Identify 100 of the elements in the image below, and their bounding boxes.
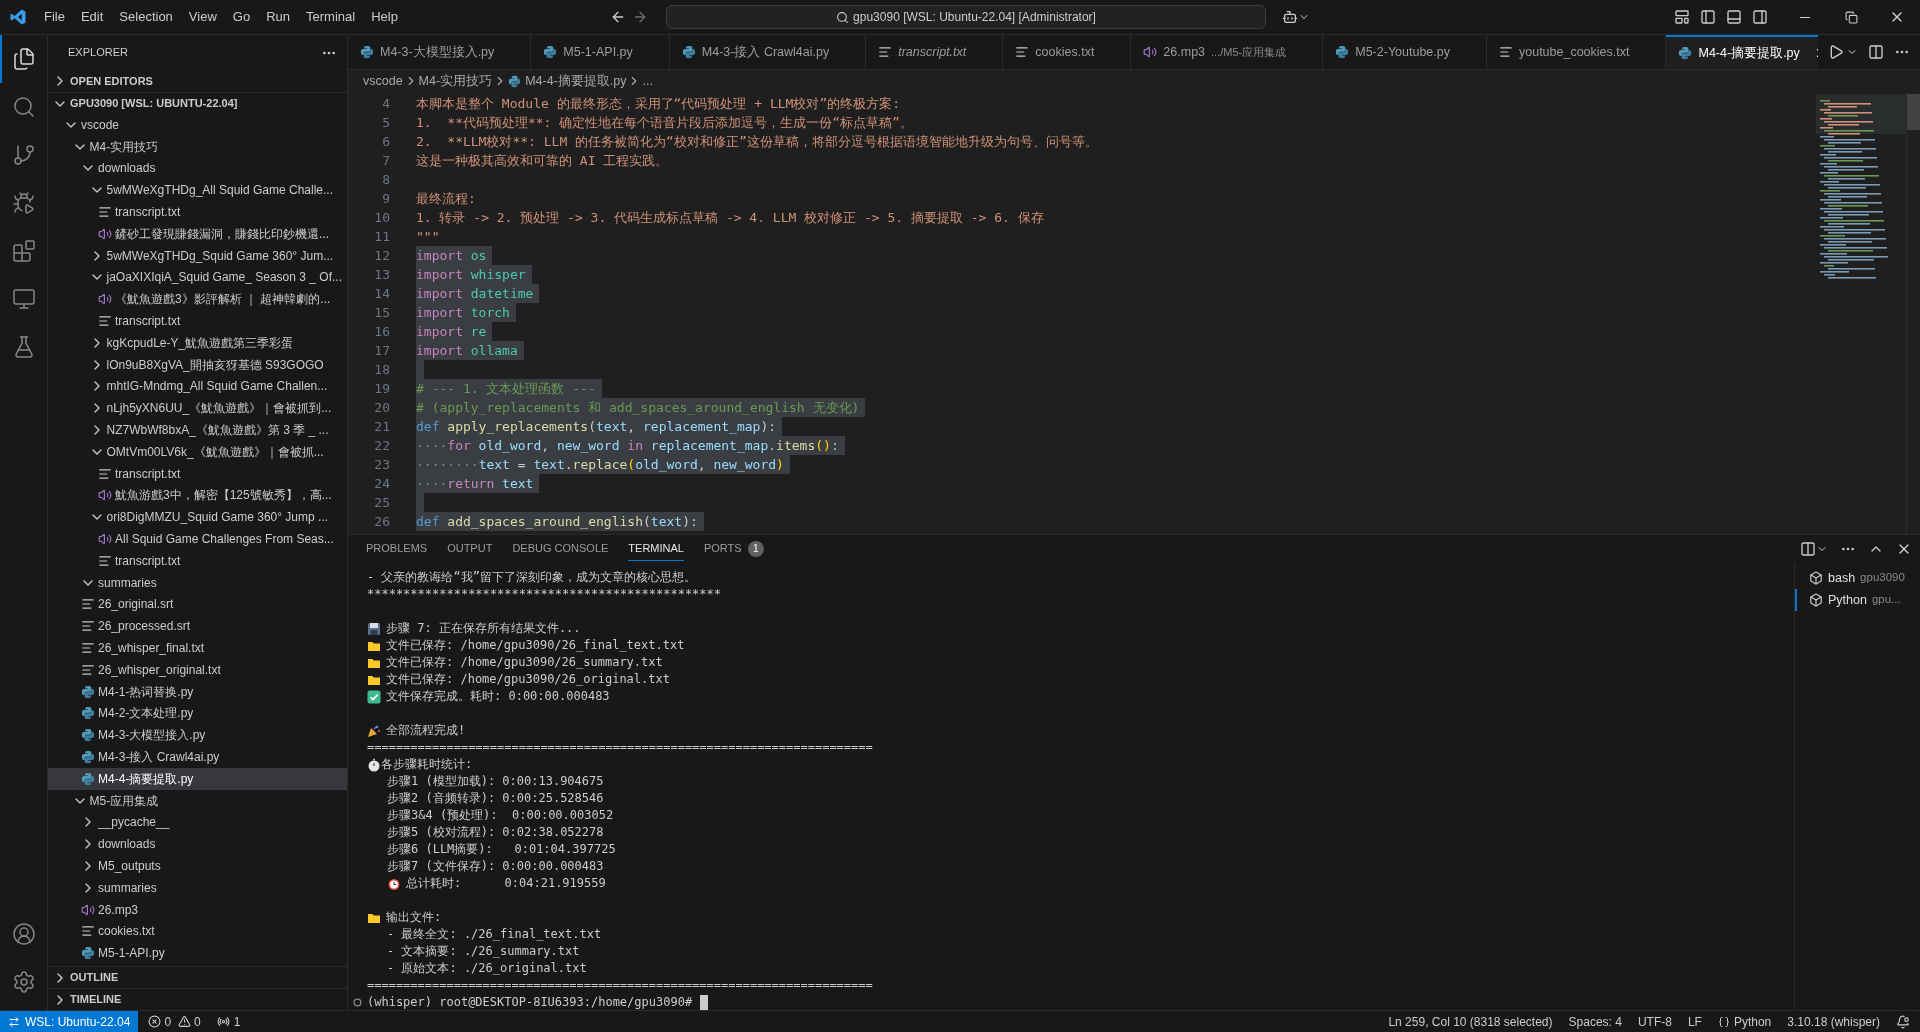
menu-item[interactable]: Help [363,4,406,30]
panel-bottom-icon[interactable] [1726,9,1742,25]
tree-item[interactable]: downloads [48,833,347,856]
editor-tab[interactable]: M4-3-大模型接入.py [348,35,532,69]
tree-item[interactable]: 26_whisper_original.txt [48,658,347,681]
tree-item[interactable]: 26.mp3 [48,898,347,921]
tree-item[interactable]: cookies.txt [48,920,347,943]
user-icon[interactable] [11,922,36,946]
speaker-icon [81,902,95,917]
tree-item[interactable]: M5-应用集成 [48,789,347,812]
menu-item[interactable]: Selection [111,4,181,30]
tree-item[interactable]: OMtVm00LV6k_《魷魚遊戲》｜會被抓... [48,440,347,463]
interpreter-status[interactable]: 3.10.18 (whisper) [1787,1012,1880,1031]
breadcrumb-item[interactable]: vscode [363,71,403,91]
section-header[interactable]: OPEN EDITORS [48,70,347,92]
editor-tab[interactable]: cookies.txt [1003,35,1132,69]
monitor-icon[interactable] [11,287,36,311]
tree-item[interactable]: All Squid Game Challenges From Seas... [48,528,347,550]
tree-item[interactable]: M4-2-文本处理.py [48,702,347,725]
editor-tab[interactable]: M4-4-摘要提取.py [1666,35,1818,69]
layout-icon[interactable] [1674,9,1690,25]
language-status[interactable]: Python [1717,1012,1772,1031]
command-center[interactable]: gpu3090 [WSL: Ubuntu-22.04] [Administrator] [666,5,1266,29]
panel-tab[interactable]: OUTPUT [447,537,493,561]
menu-item[interactable]: Go [224,4,259,30]
terminal-session[interactable]: bash gpu3090 [1795,567,1920,589]
editor-tab[interactable]: M5-1-API.py [531,35,670,69]
editor-tab[interactable]: M4-3-接入 Crawl4ai.py [669,35,867,69]
tree-item[interactable]: transcript.txt [48,201,347,223]
editor-tab[interactable]: M5-2-Youtube.py [1323,35,1487,69]
tree-item[interactable]: 鏟砂工發現賺錢漏洞，賺錢比印鈔機還... [48,223,347,245]
tree-item[interactable]: 5wMWeXgTHDg_All Squid Game Challe... [48,179,347,202]
panel-left-icon[interactable] [1700,9,1716,25]
tree-item[interactable]: M5-1-API.py [48,942,347,965]
menu-item[interactable]: File [36,4,73,30]
tree-item[interactable]: 魷魚游戲3中，解密【125號敏秀】，高... [48,484,347,507]
tree-item[interactable]: mhtIG-Mndmg_All Squid Game Challen... [48,375,347,398]
tree-item[interactable]: downloads [48,157,347,180]
panel-tab[interactable]: DEBUG CONSOLE [512,537,609,561]
copilot-button[interactable] [1282,9,1310,25]
tree-item[interactable]: transcript.txt [48,462,347,485]
tree-item[interactable]: 26_processed.srt [48,615,347,638]
scrollbar-thumb[interactable] [1907,94,1920,130]
search-icon[interactable] [11,95,36,119]
panel-tab[interactable]: PORTS 1 [703,537,764,561]
status-item[interactable]: LF [1687,1012,1702,1031]
run-icon[interactable] [1828,44,1844,60]
ports-status[interactable]: 1 [210,1012,247,1031]
tree-item[interactable]: transcript.txt [48,549,347,572]
editor-tab[interactable]: 26.mp3 .../M5-应用集成 [1131,35,1324,69]
notification-bell-icon[interactable] [1896,1014,1910,1029]
remote-indicator[interactable]: WSL: Ubuntu-22.04 [0,1011,139,1032]
problems-status[interactable]: 0 0 [138,1012,211,1031]
status-item[interactable]: Ln 259, Col 10 (8318 selected) [1388,1012,1553,1031]
tree-item[interactable]: 《魷魚遊戲3》影評解析 ｜ 超神韓劇的... [48,288,347,311]
tree-item[interactable]: M4-实用技巧 [48,135,347,158]
panel-tab[interactable]: PROBLEMS [366,537,428,561]
tree-item[interactable]: M4-1-热词替换.py [48,680,347,703]
menu-item[interactable]: View [180,4,225,30]
menu-item[interactable]: Edit [72,4,112,30]
section-header[interactable]: GPU3090 [WSL: UBUNTU-22.04] [48,92,347,114]
tree-item[interactable]: __pycache__ [48,811,347,834]
files-icon[interactable] [11,47,36,71]
menu-item[interactable]: Run [258,4,298,30]
tree-item[interactable]: kgKcpudLe-Y_魷魚遊戲第三季彩蛋 [48,331,347,354]
branch-icon[interactable] [11,143,36,167]
bug-play-icon[interactable] [11,191,36,215]
breadcrumb-item[interactable]: M4-实用技巧 [418,71,493,91]
tree-item[interactable]: transcript.txt [48,310,347,332]
tree-item[interactable]: summaries [48,876,347,899]
terminal-line: - 文本摘要: ./26_summary.txt [386,943,581,960]
tree-item[interactable]: jaOaXIXIqiA_Squid Game_ Season 3 _ Of... [48,266,347,289]
tree-item[interactable]: vscode [48,114,347,136]
tree-item[interactable]: nLjh5yXN6UU_《魷魚遊戲》｜會被抓到... [48,397,347,420]
panel-tab[interactable]: TERMINAL [628,537,684,561]
panel-right-icon[interactable] [1752,9,1768,25]
tree-item[interactable]: M4-3-接入 Crawl4ai.py [48,746,347,768]
tree-item[interactable]: M5_outputs [48,855,347,877]
settings-icon[interactable] [11,970,36,994]
breadcrumb-item[interactable]: M4-4-摘要提取.py [508,71,627,91]
tree-item[interactable]: summaries [48,571,347,594]
terminal-line: 文件保存完成。耗时: 0:00:00.000483 [348,688,1794,705]
tree-item[interactable]: 26_original.srt [48,593,347,616]
tree-item[interactable]: M4-3-大模型接入.py [48,724,347,747]
status-item[interactable]: UTF-8 [1637,1012,1672,1031]
editor-tab[interactable]: transcript.txt [866,35,1004,69]
tree-item[interactable]: 5wMWeXgTHDg_Squid Game 360° Jum... [48,244,347,267]
tree-item[interactable]: 26_whisper_final.txt [48,637,347,659]
breadcrumb-item[interactable]: ... [642,71,653,91]
split-editor-icon[interactable] [1868,44,1884,60]
menu-item[interactable]: Terminal [298,4,364,30]
section-header[interactable]: OUTLINE [48,966,347,988]
tree-item[interactable]: M4-4-摘要提取.py [48,767,347,790]
status-item[interactable]: Spaces: 4 [1568,1012,1622,1031]
split-terminal-icon[interactable] [1800,541,1816,557]
tree-item[interactable]: NZ7WbWf8bxA_《魷魚遊戲》第 3 季 _ ... [48,419,347,441]
blocks-icon[interactable] [11,239,36,263]
terminal-session[interactable]: Python gpu... [1795,589,1920,611]
tree-item[interactable]: ori8DigMMZU_Squid Game 360° Jump ... [48,506,347,529]
tree-item[interactable]: lOn9uB8XgVA_開抽亥犽基德 S93GOGO [48,353,347,376]
